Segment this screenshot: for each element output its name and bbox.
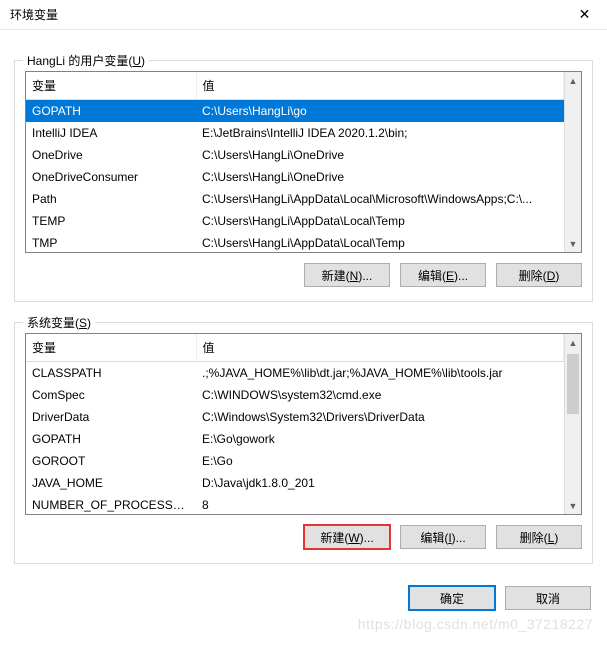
user-new-button[interactable]: 新建(N)... (304, 263, 390, 287)
var-name-cell: DriverData (26, 406, 196, 428)
dialog-button-row: 确定 取消 (0, 574, 607, 622)
ok-button[interactable]: 确定 (409, 586, 495, 610)
close-icon: ✕ (579, 6, 591, 23)
table-row[interactable]: DriverDataC:\Windows\System32\Drivers\Dr… (26, 406, 564, 428)
var-value-cell: C:\Users\HangLi\AppData\Local\Temp (196, 210, 564, 232)
sys-delete-button[interactable]: 删除(L) (496, 525, 582, 549)
sys-new-button[interactable]: 新建(W)... (304, 525, 390, 549)
var-name-cell: GOPATH (26, 428, 196, 450)
scroll-down-icon[interactable]: ▼ (565, 497, 581, 514)
table-row[interactable]: CLASSPATH.;%JAVA_HOME%\lib\dt.jar;%JAVA_… (26, 362, 564, 385)
user-vars-label-prefix: HangLi 的用户变量( (27, 54, 132, 68)
user-vars-label-accel: U (132, 54, 141, 68)
user-vars-table-scroll: 变量 值 GOPATHC:\Users\HangLi\goIntelliJ ID… (26, 72, 564, 252)
var-name-cell: ComSpec (26, 384, 196, 406)
user-vars-scrollbar[interactable]: ▲ ▼ (564, 72, 581, 252)
table-row[interactable]: OneDriveC:\Users\HangLi\OneDrive (26, 144, 564, 166)
dialog-body: HangLi 的用户变量(U) 变量 值 GOPATHC:\Users\Hang… (0, 30, 607, 574)
var-value-cell: C:\WINDOWS\system32\cmd.exe (196, 384, 564, 406)
table-row[interactable]: NUMBER_OF_PROCESSORS8 (26, 494, 564, 514)
var-value-cell: C:\Windows\System32\Drivers\DriverData (196, 406, 564, 428)
sys-vars-button-row: 新建(W)... 编辑(I)... 删除(L) (25, 525, 582, 549)
table-row[interactable]: GOROOTE:\Go (26, 450, 564, 472)
scroll-down-icon[interactable]: ▼ (565, 235, 581, 252)
var-value-cell: E:\Go (196, 450, 564, 472)
var-name-cell: CLASSPATH (26, 362, 196, 385)
var-name-cell: GOPATH (26, 100, 196, 123)
var-name-cell: GOROOT (26, 450, 196, 472)
table-row[interactable]: TMPC:\Users\HangLi\AppData\Local\Temp (26, 232, 564, 252)
var-value-cell: .;%JAVA_HOME%\lib\dt.jar;%JAVA_HOME%\lib… (196, 362, 564, 385)
sys-vars-scrollbar[interactable]: ▲ ▼ (564, 334, 581, 514)
var-value-cell: 8 (196, 494, 564, 514)
sys-vars-group: 系统变量(S) 变量 值 CLASSPATH.;%JAVA_HOME%\lib\… (14, 322, 593, 564)
user-vars-button-row: 新建(N)... 编辑(E)... 删除(D) (25, 263, 582, 287)
scroll-thumb[interactable] (567, 354, 579, 414)
title-bar: 环境变量 ✕ (0, 0, 607, 30)
sys-vars-table-wrap: 变量 值 CLASSPATH.;%JAVA_HOME%\lib\dt.jar;%… (25, 333, 582, 515)
var-name-cell: TMP (26, 232, 196, 252)
table-row[interactable]: IntelliJ IDEAE:\JetBrains\IntelliJ IDEA … (26, 122, 564, 144)
user-vars-label: HangLi 的用户变量(U) (23, 52, 149, 69)
var-value-cell: C:\Users\HangLi\go (196, 100, 564, 123)
close-button[interactable]: ✕ (562, 0, 607, 30)
var-name-cell: NUMBER_OF_PROCESSORS (26, 494, 196, 514)
user-vars-table[interactable]: 变量 值 GOPATHC:\Users\HangLi\goIntelliJ ID… (26, 72, 564, 252)
sys-vars-table[interactable]: 变量 值 CLASSPATH.;%JAVA_HOME%\lib\dt.jar;%… (26, 334, 564, 514)
var-name-cell: IntelliJ IDEA (26, 122, 196, 144)
sys-vars-label-accel: S (79, 316, 87, 330)
user-delete-button[interactable]: 删除(D) (496, 263, 582, 287)
user-vars-label-suffix: ) (141, 54, 145, 68)
var-value-cell: E:\Go\gowork (196, 428, 564, 450)
scroll-up-icon[interactable]: ▲ (565, 334, 581, 351)
window-title: 环境变量 (10, 6, 58, 23)
user-col-value[interactable]: 值 (196, 72, 564, 100)
table-row[interactable]: TEMPC:\Users\HangLi\AppData\Local\Temp (26, 210, 564, 232)
var-name-cell: TEMP (26, 210, 196, 232)
sys-col-value[interactable]: 值 (196, 334, 564, 362)
table-row[interactable]: OneDriveConsumerC:\Users\HangLi\OneDrive (26, 166, 564, 188)
user-vars-group: HangLi 的用户变量(U) 变量 值 GOPATHC:\Users\Hang… (14, 60, 593, 302)
user-vars-table-wrap: 变量 值 GOPATHC:\Users\HangLi\goIntelliJ ID… (25, 71, 582, 253)
sys-vars-table-scroll: 变量 值 CLASSPATH.;%JAVA_HOME%\lib\dt.jar;%… (26, 334, 564, 514)
var-value-cell: D:\Java\jdk1.8.0_201 (196, 472, 564, 494)
var-name-cell: OneDrive (26, 144, 196, 166)
var-value-cell: C:\Users\HangLi\AppData\Local\Microsoft\… (196, 188, 564, 210)
table-row[interactable]: GOPATHC:\Users\HangLi\go (26, 100, 564, 123)
table-row[interactable]: PathC:\Users\HangLi\AppData\Local\Micros… (26, 188, 564, 210)
scroll-up-icon[interactable]: ▲ (565, 72, 581, 89)
sys-vars-label-prefix: 系统变量( (27, 316, 79, 330)
user-col-name[interactable]: 变量 (26, 72, 196, 100)
var-name-cell: Path (26, 188, 196, 210)
sys-vars-label: 系统变量(S) (23, 314, 95, 331)
var-name-cell: OneDriveConsumer (26, 166, 196, 188)
var-value-cell: C:\Users\HangLi\OneDrive (196, 166, 564, 188)
sys-edit-button[interactable]: 编辑(I)... (400, 525, 486, 549)
table-row[interactable]: JAVA_HOMED:\Java\jdk1.8.0_201 (26, 472, 564, 494)
sys-vars-label-suffix: ) (87, 316, 91, 330)
cancel-button[interactable]: 取消 (505, 586, 591, 610)
var-value-cell: C:\Users\HangLi\AppData\Local\Temp (196, 232, 564, 252)
var-value-cell: C:\Users\HangLi\OneDrive (196, 144, 564, 166)
var-value-cell: E:\JetBrains\IntelliJ IDEA 2020.1.2\bin; (196, 122, 564, 144)
table-row[interactable]: ComSpecC:\WINDOWS\system32\cmd.exe (26, 384, 564, 406)
var-name-cell: JAVA_HOME (26, 472, 196, 494)
user-edit-button[interactable]: 编辑(E)... (400, 263, 486, 287)
table-row[interactable]: GOPATHE:\Go\gowork (26, 428, 564, 450)
sys-col-name[interactable]: 变量 (26, 334, 196, 362)
